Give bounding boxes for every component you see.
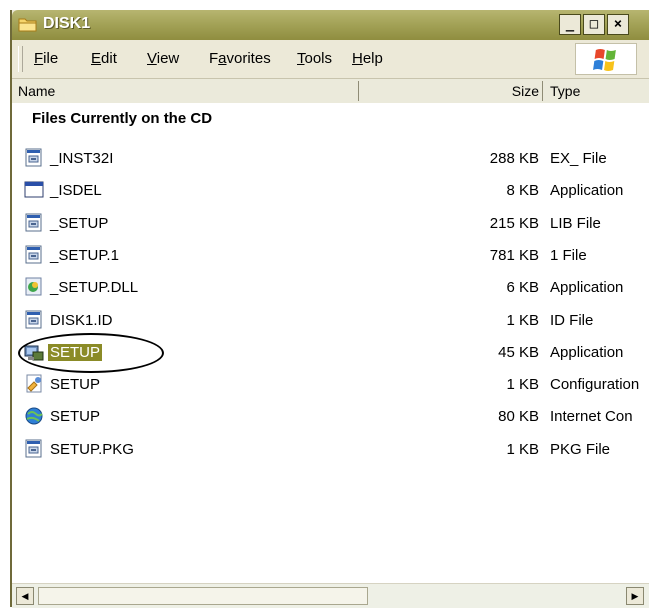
file-name[interactable]: _INST32I (48, 150, 115, 167)
window-app-icon (24, 181, 44, 198)
file-type: ID File (550, 311, 594, 329)
menu-file[interactable]: File (34, 50, 58, 67)
column-header: Name Size Type (12, 79, 649, 104)
file-row[interactable]: SETUP 80 KB Internet Con (12, 401, 649, 434)
file-row[interactable]: _SETUP 215 KB LIB File (12, 208, 649, 241)
file-size: 1 KB (506, 440, 539, 458)
file-size: 215 KB (489, 214, 539, 232)
file-type: PKG File (550, 440, 611, 458)
windows-logo (575, 43, 637, 75)
file-name[interactable]: SETUP (48, 376, 102, 393)
column-size[interactable]: Size (512, 79, 539, 103)
file-type: Application (550, 182, 624, 200)
column-divider[interactable] (358, 81, 359, 101)
column-name[interactable]: Name (18, 79, 55, 103)
menu-grip[interactable] (18, 46, 23, 72)
group-header: Files Currently on the CD (32, 110, 213, 127)
folder-icon (18, 18, 37, 32)
generic-file-icon (25, 245, 42, 264)
generic-file-icon (25, 213, 42, 232)
file-row[interactable]: _ISDEL 8 KB Application (12, 175, 649, 208)
menu-favorites[interactable]: Favorites (209, 50, 271, 67)
file-row[interactable]: _SETUP.1 781 KB 1 File (12, 240, 649, 273)
generic-file-icon (25, 148, 42, 167)
generic-file-icon (25, 439, 42, 458)
scroll-right-button[interactable]: ▶ (626, 587, 644, 605)
minimize-button[interactable]: _ (559, 14, 581, 35)
file-name[interactable]: SETUP.PKG (48, 441, 136, 458)
scroll-left-button[interactable]: ◀ (16, 587, 34, 605)
file-type: LIB File (550, 214, 601, 232)
file-row[interactable]: _SETUP.DLL 6 KB Application (12, 272, 649, 305)
internet-shortcut-icon (25, 407, 43, 425)
menu-help[interactable]: Help (352, 50, 383, 67)
file-size: 288 KB (489, 150, 539, 167)
menu-tools[interactable]: Tools (297, 50, 332, 67)
file-size: 1 KB (506, 376, 539, 394)
menu-view[interactable]: View (147, 50, 179, 67)
horizontal-scrollbar[interactable]: ◀ ▶ (12, 583, 649, 608)
file-name[interactable]: DISK1.ID (48, 312, 115, 329)
window-title: DISK1 (43, 15, 91, 32)
config-file-icon (26, 374, 42, 393)
dll-icon (25, 277, 42, 296)
column-type[interactable]: Type (550, 79, 580, 103)
file-name[interactable]: _SETUP.1 (48, 247, 121, 264)
highlight-ellipse (18, 332, 164, 373)
file-row[interactable]: SETUP.PKG 1 KB PKG File (12, 434, 649, 467)
scroll-thumb[interactable] (38, 587, 368, 605)
file-row[interactable]: SETUP 1 KB Configuration (12, 369, 649, 402)
file-type: Application (550, 279, 624, 297)
file-name[interactable]: SETUP (48, 408, 102, 425)
file-type: 1 File (550, 246, 587, 264)
file-size: 1 KB (506, 311, 539, 329)
file-name[interactable]: _ISDEL (48, 182, 104, 199)
file-size: 781 KB (489, 246, 539, 264)
file-size: 80 KB (498, 408, 539, 426)
file-size: 8 KB (506, 182, 539, 200)
title-bar[interactable]: DISK1 _ □ × (12, 10, 649, 40)
close-button[interactable]: × (607, 14, 629, 35)
menu-edit[interactable]: Edit (91, 50, 117, 67)
file-type: Application (550, 343, 624, 361)
file-type: Internet Con (550, 408, 633, 426)
column-divider[interactable] (542, 81, 543, 101)
file-list[interactable]: Files Currently on the CD _INST32I 288 KB… (12, 103, 649, 583)
windows-flag-icon (593, 49, 616, 71)
menu-bar: File Edit View Favorites Tools Help (12, 40, 649, 79)
file-name[interactable]: _SETUP.DLL (48, 279, 140, 296)
explorer-window: DISK1 _ □ × File Edit View Favorites Tools He… (10, 10, 649, 608)
generic-file-icon (25, 310, 42, 328)
file-type: EX_ File (550, 150, 607, 167)
file-type: Configuration (550, 376, 640, 394)
file-row[interactable]: _INST32I 288 KB EX_ File (12, 143, 649, 176)
file-name[interactable]: _SETUP (48, 215, 110, 232)
file-row[interactable]: SETUP 45 KB Application (12, 332, 649, 373)
maximize-button[interactable]: □ (583, 14, 605, 35)
file-size: 6 KB (506, 279, 539, 297)
file-size: 45 KB (498, 343, 539, 361)
